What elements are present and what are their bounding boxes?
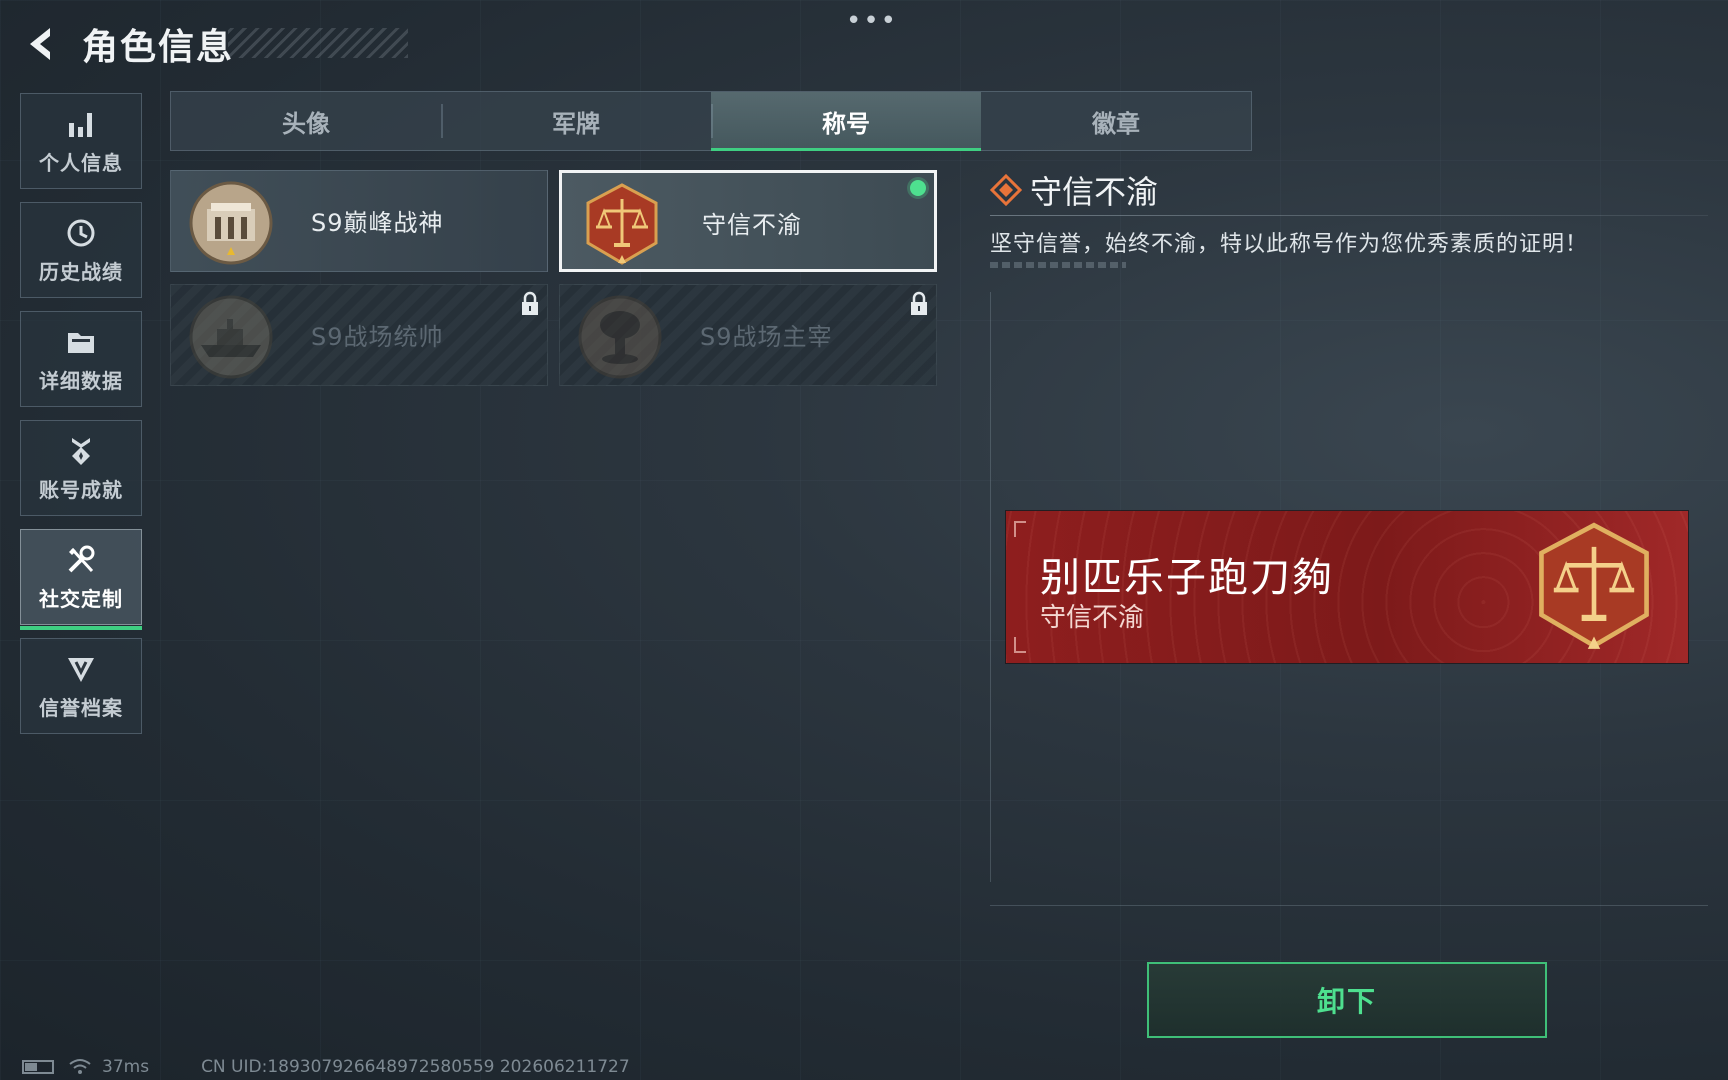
- page-title: 角色信息: [82, 27, 235, 68]
- status-bar: 37ms CN UID:189307926648972580559 202606…: [22, 1056, 630, 1078]
- sidebar-item-profile[interactable]: 个人信息: [20, 93, 142, 189]
- scales-emblem-icon: [586, 183, 658, 265]
- sidebar-item-history[interactable]: 历史战绩: [20, 202, 142, 298]
- title-name: S9战场主宰: [700, 323, 833, 351]
- tab-label: 称号: [822, 109, 870, 138]
- wifi-icon: [69, 1059, 91, 1074]
- player-name: 别匹乐子跑刀夠: [1040, 555, 1334, 601]
- detail-header: 守信不渝: [990, 170, 1159, 211]
- tab-underline: [711, 148, 981, 151]
- sidebar-item-label: 社交定制: [39, 586, 123, 611]
- title-preview-banner: 别匹乐子跑刀夠 守信不渝: [1006, 511, 1688, 663]
- frame-line: [990, 905, 1708, 906]
- achievement-medal-icon: [72, 437, 90, 465]
- divider: [990, 215, 1708, 216]
- title-name: S9战场统帅: [311, 323, 444, 351]
- unequip-label: 卸下: [1316, 985, 1377, 1018]
- title-card-locked[interactable]: S9战场主宰: [559, 284, 937, 386]
- tab-title[interactable]: 称号: [711, 92, 981, 151]
- title-card-selected[interactable]: 守信不渝: [559, 170, 937, 272]
- tab-bar: 头像 军牌 称号 徽章: [170, 91, 1252, 151]
- battery-icon: [22, 1060, 54, 1074]
- preview-title: 守信不渝: [1040, 603, 1145, 633]
- sidebar-item-credit[interactable]: 信誉档案: [20, 638, 142, 734]
- diamond-title-icon: [990, 174, 1022, 206]
- sidebar-item-label: 详细数据: [39, 368, 123, 393]
- title-name: S9巅峰战神: [311, 209, 444, 237]
- sidebar-item-label: 历史战绩: [39, 259, 123, 284]
- bar-chart-icon: [69, 112, 92, 137]
- latency-text: 37ms: [102, 1057, 150, 1077]
- sidebar-item-label: 账号成就: [39, 477, 123, 502]
- title-name: 守信不渝: [702, 211, 802, 239]
- title-decoration: [228, 28, 408, 58]
- title-card-locked[interactable]: S9战场统帅: [170, 284, 548, 386]
- detail-description: 坚守信誉，始终不渝，特以此称号作为您优秀素质的证明！: [990, 232, 1589, 257]
- top-bar: 角色信息 •••: [0, 0, 1728, 90]
- history-clock-icon: [67, 219, 95, 246]
- credit-shield-icon: [68, 657, 94, 682]
- sidebar-item-achievements[interactable]: 账号成就: [20, 420, 142, 516]
- more-dots-icon[interactable]: •••: [846, 6, 898, 36]
- frame-line: [990, 292, 991, 882]
- tab-label: 军牌: [552, 109, 600, 138]
- fortress-emblem-icon: [189, 181, 273, 265]
- tab-label: 头像: [282, 109, 330, 138]
- sidebar-item-label: 信誉档案: [39, 695, 123, 720]
- warship-emblem-icon: [189, 295, 273, 379]
- back-arrow-icon[interactable]: [20, 22, 64, 66]
- active-indicator: [20, 626, 142, 630]
- corner-mark: [1014, 521, 1026, 537]
- corner-mark: [1014, 637, 1026, 653]
- lock-icon: [522, 291, 538, 315]
- mushroom-cloud-emblem-icon: [578, 295, 662, 379]
- tab-avatar[interactable]: 头像: [171, 92, 441, 150]
- unequip-button[interactable]: 卸下: [1147, 962, 1547, 1038]
- tools-icon: [68, 545, 95, 572]
- detail-title: 守信不渝: [1030, 173, 1159, 211]
- sidebar-item-social[interactable]: 社交定制: [20, 529, 142, 630]
- tab-dogtag[interactable]: 军牌: [441, 92, 711, 150]
- title-card[interactable]: S9巅峰战神: [170, 170, 548, 272]
- scales-emblem-icon: [1539, 522, 1649, 649]
- decorative-dots: [990, 262, 1126, 268]
- equipped-indicator: [910, 180, 926, 196]
- uid-text: CN UID:189307926648972580559 20260621172…: [201, 1057, 630, 1077]
- tab-badge[interactable]: 徽章: [981, 92, 1251, 150]
- sidebar-item-details[interactable]: 详细数据: [20, 311, 142, 407]
- sidebar-item-label: 个人信息: [39, 150, 123, 175]
- folder-icon: [68, 332, 94, 353]
- tab-label: 徽章: [1092, 109, 1140, 138]
- lock-icon: [911, 291, 927, 315]
